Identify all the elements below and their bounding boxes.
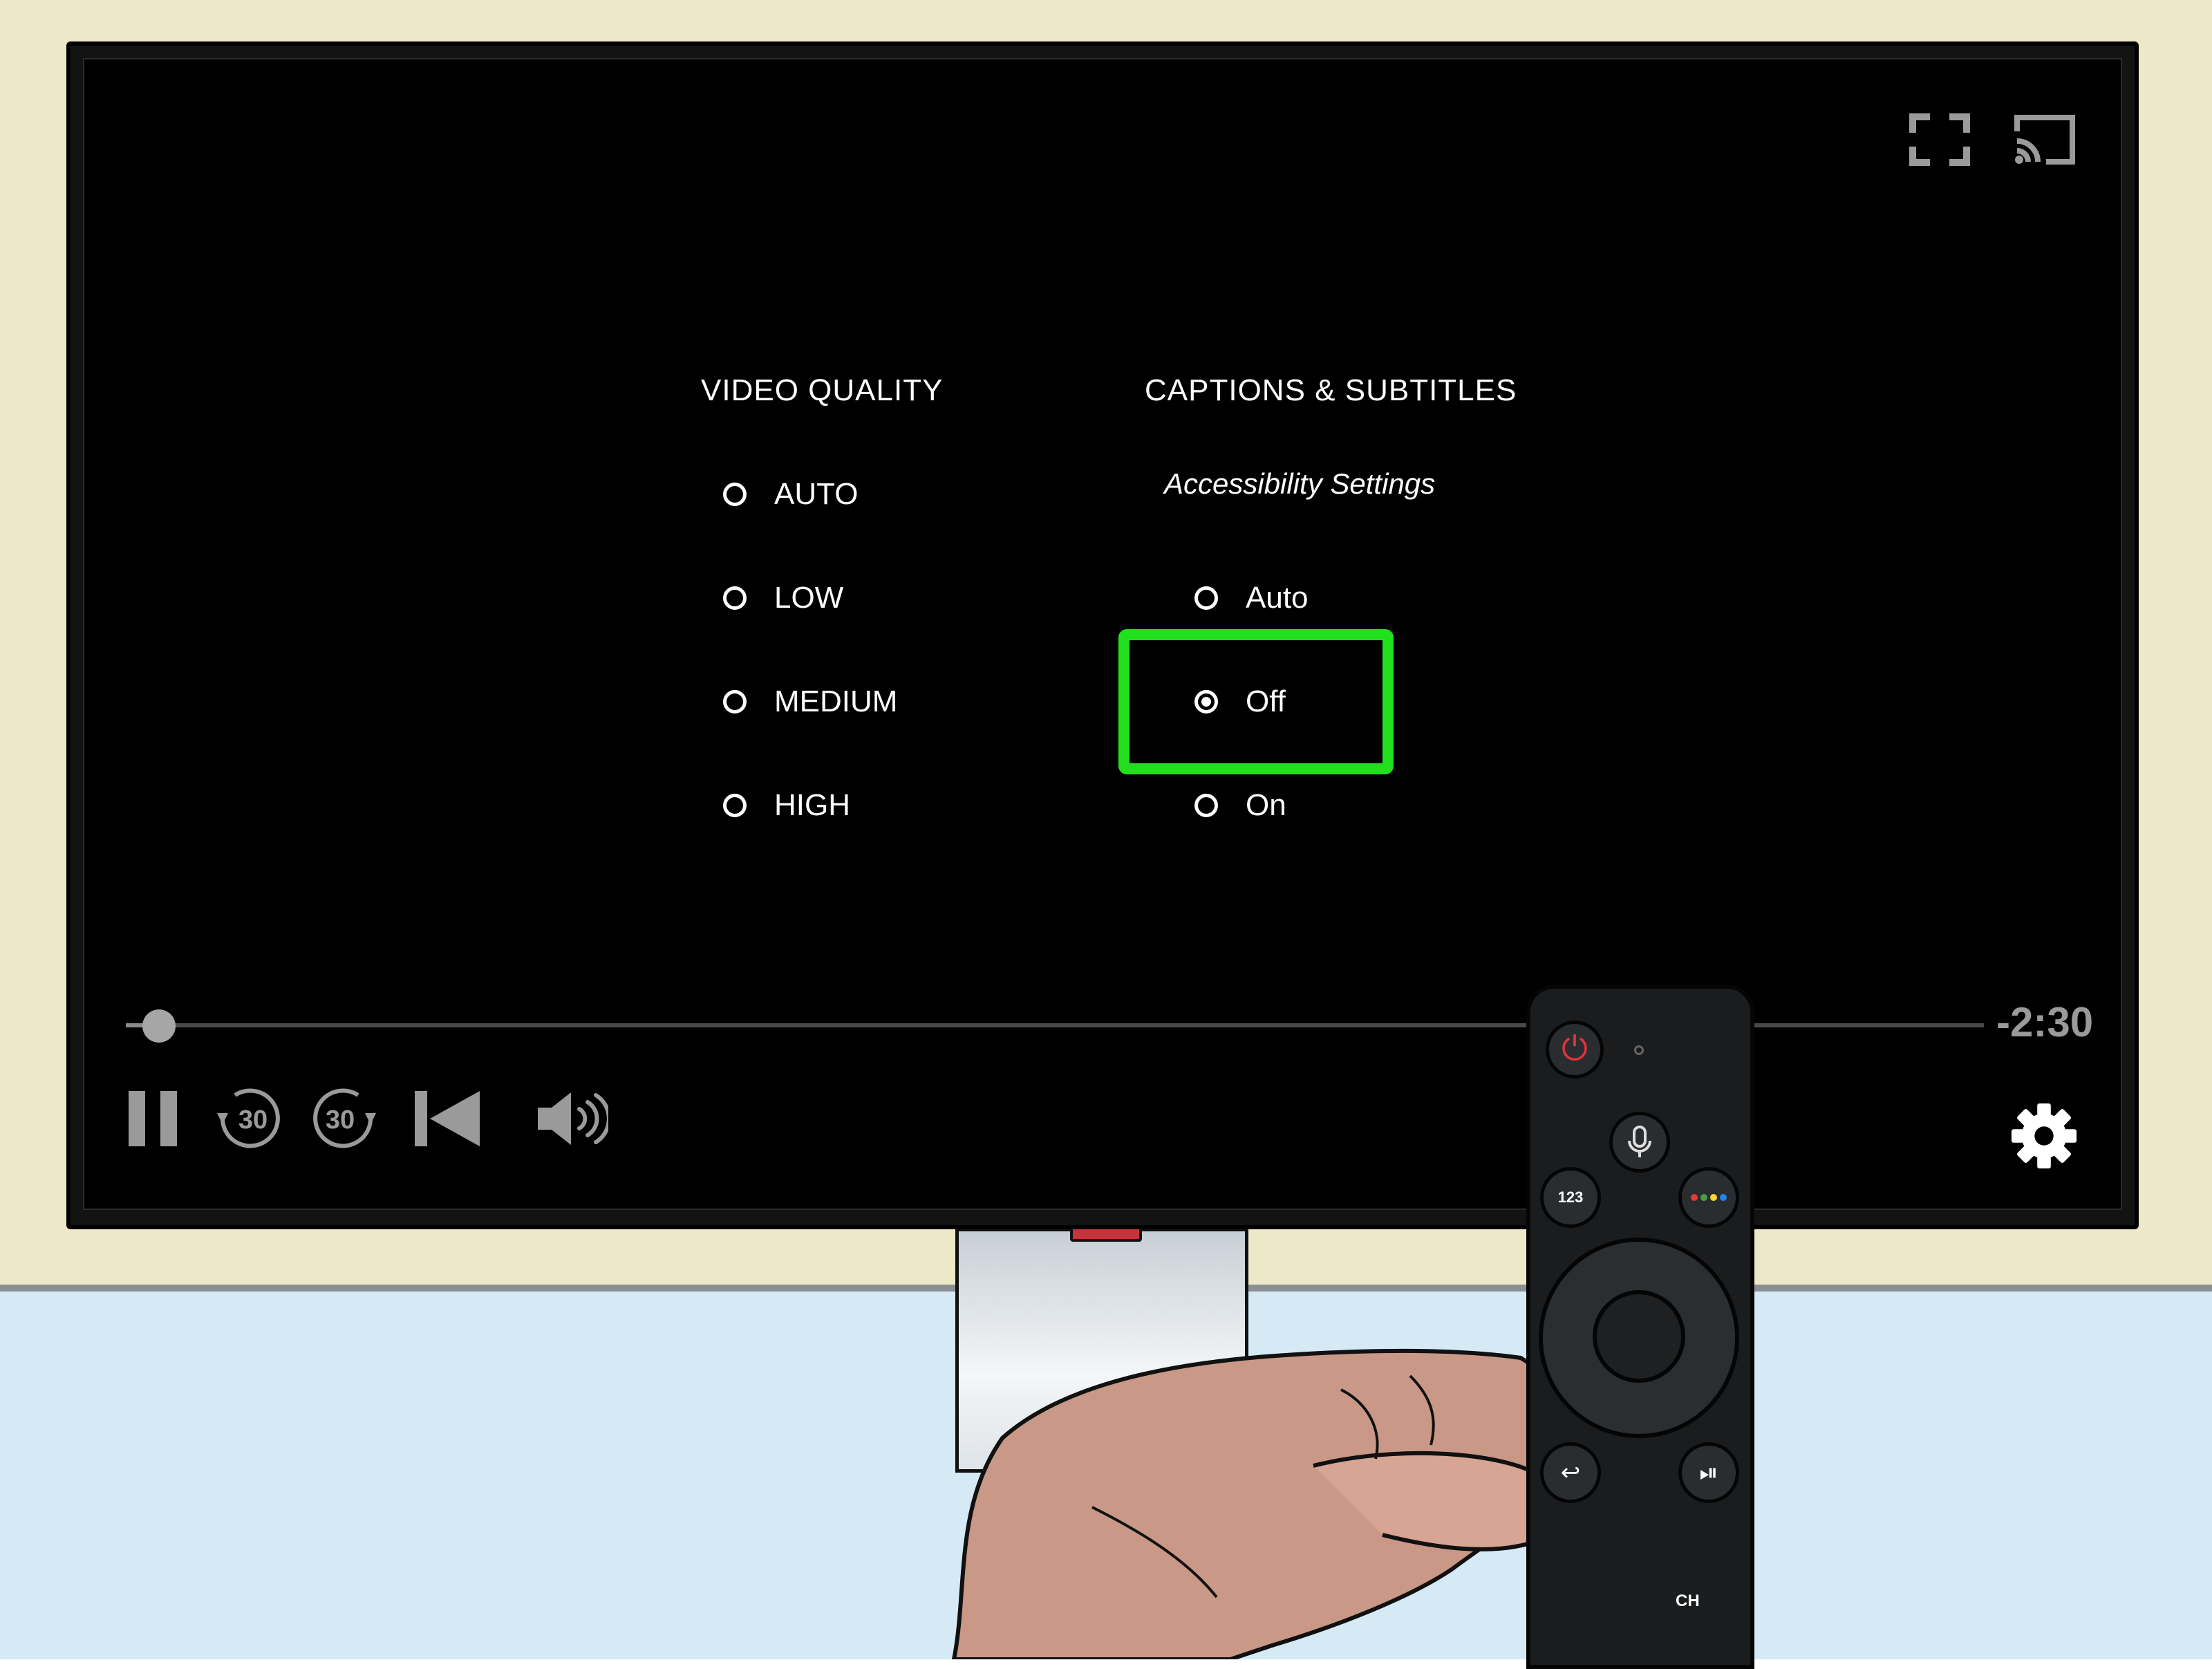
remote-123-button[interactable]: 123 — [1540, 1167, 1601, 1228]
settings-gear-icon[interactable] — [2010, 1102, 2078, 1170]
power-icon: ⏻ — [1562, 1031, 1588, 1067]
tv-screen — [83, 58, 2122, 1210]
radio-icon — [723, 690, 747, 714]
progress-fill — [126, 1023, 144, 1027]
remote-ok-button[interactable] — [1593, 1290, 1685, 1383]
option-label: LOW — [774, 581, 844, 615]
rewind-30-label: 30 — [238, 1106, 268, 1135]
color-dots-icon — [1691, 1194, 1727, 1201]
time-remaining: -2:30 — [1996, 999, 2094, 1045]
remote-ch-label: CH — [1676, 1592, 1700, 1610]
forward-30-label: 30 — [326, 1106, 355, 1135]
option-label: HIGH — [774, 788, 850, 822]
previous-track-icon[interactable] — [415, 1091, 480, 1146]
radio-icon — [723, 794, 747, 817]
accessibility-settings-link[interactable]: Accessibility Settings — [1164, 467, 1435, 501]
pause-icon[interactable] — [129, 1091, 177, 1146]
remote-color-button[interactable] — [1678, 1167, 1739, 1228]
video-quality-option-auto[interactable]: AUTO — [723, 477, 858, 512]
captions-subtitles-title: CAPTIONS & SUBTITLES — [1145, 373, 1517, 407]
radio-icon — [1194, 794, 1218, 817]
radio-icon — [723, 483, 747, 506]
option-label: AUTO — [774, 477, 859, 511]
remote-123-label: 123 — [1557, 1188, 1584, 1206]
remote-ir-sensor — [1634, 1045, 1644, 1055]
back-arrow-icon: ↩ — [1560, 1460, 1581, 1486]
selection-highlight-box — [1118, 629, 1394, 774]
radio-icon — [723, 586, 747, 610]
rewind-30-icon[interactable]: 30 — [216, 1085, 285, 1152]
remote-play-pause-button[interactable]: ⏯ — [1678, 1442, 1739, 1503]
volume-icon[interactable] — [536, 1088, 608, 1149]
remote-back-button[interactable]: ↩ — [1540, 1442, 1601, 1503]
forward-30-icon[interactable]: 30 — [308, 1085, 377, 1152]
progress-scrubber-handle[interactable] — [142, 1009, 176, 1043]
captions-option-auto[interactable]: Auto — [1194, 581, 1309, 615]
option-label: On — [1246, 788, 1286, 822]
cast-icon[interactable] — [2013, 113, 2077, 166]
radio-icon — [1194, 586, 1218, 610]
fullscreen-icon[interactable] — [1909, 113, 1970, 166]
option-label: MEDIUM — [774, 684, 898, 718]
video-quality-option-medium[interactable]: MEDIUM — [723, 684, 897, 719]
remote-mic-button[interactable] — [1609, 1112, 1670, 1173]
video-quality-option-high[interactable]: HIGH — [723, 788, 850, 823]
remote-power-button[interactable]: ⏻ — [1546, 1020, 1604, 1079]
video-quality-title: VIDEO QUALITY — [701, 373, 944, 407]
microphone-icon — [1628, 1126, 1651, 1157]
play-pause-icon: ⏯ — [1699, 1459, 1718, 1486]
option-label: Auto — [1246, 581, 1309, 615]
video-quality-option-low[interactable]: LOW — [723, 581, 843, 615]
captions-option-on[interactable]: On — [1194, 788, 1286, 823]
